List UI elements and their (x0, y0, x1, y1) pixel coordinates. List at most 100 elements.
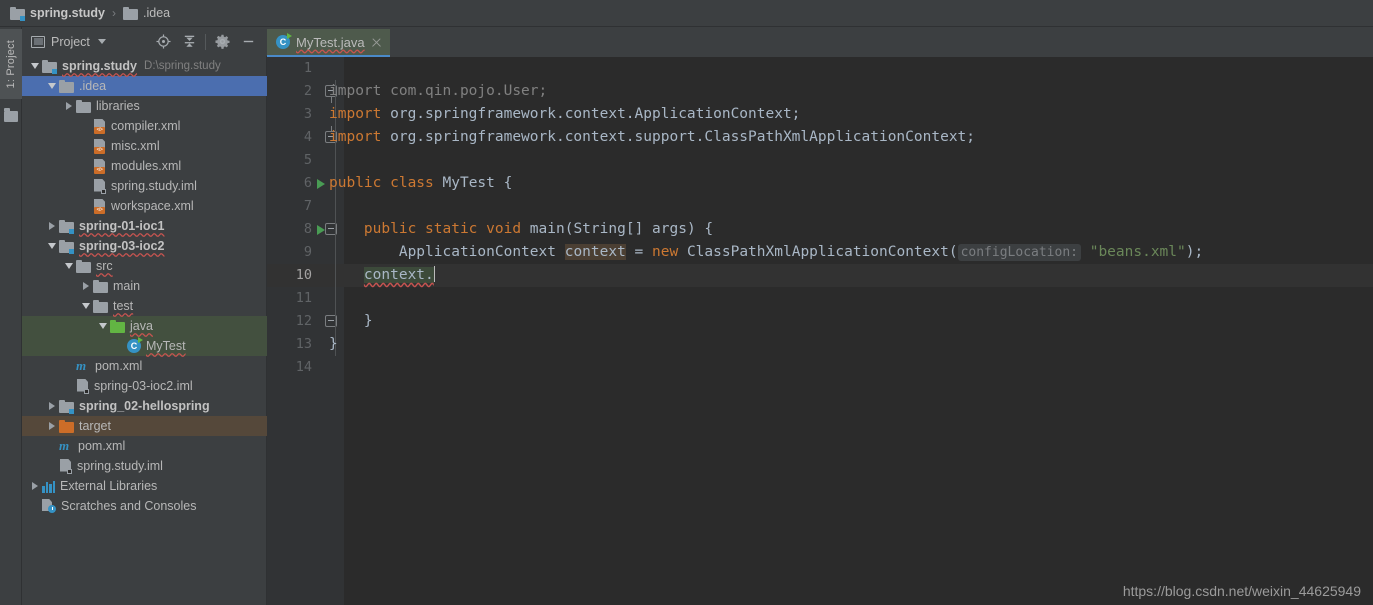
breadcrumb-item-project[interactable]: spring.study (10, 6, 105, 21)
tree-node-label: main (113, 279, 141, 293)
tree-node-spring-01-ioc1[interactable]: spring-01-ioc1 (22, 216, 267, 236)
locate-icon[interactable] (150, 29, 176, 55)
folder-icon (59, 79, 74, 93)
chevron-right-icon[interactable] (45, 222, 59, 230)
chevron-down-icon[interactable] (79, 303, 93, 309)
tab-mytest-java[interactable]: MyTest.java (267, 29, 390, 57)
folder-icon (76, 99, 91, 113)
xml-file-icon: </> (93, 138, 106, 154)
tree-node-label: spring_02-hellospring (79, 399, 210, 413)
code-editor[interactable]: 1 2 import com.qin.pojo.User; 3 import org.s… (267, 57, 1373, 605)
tree-node-main[interactable]: main (22, 276, 267, 296)
project-tree[interactable]: spring.study D:\spring.study .idea librarie… (22, 56, 267, 605)
code-text: import org.springframework.context.suppo… (329, 126, 975, 149)
tree-node-test[interactable]: test (22, 296, 267, 316)
line-number: 9 (303, 244, 312, 260)
breadcrumb-label-idea: .idea (143, 6, 171, 20)
project-view-icon (31, 35, 45, 48)
tree-node-spring-03-ioc2[interactable]: spring-03-ioc2 (22, 236, 267, 256)
project-view-selector[interactable]: Project (22, 35, 106, 49)
tree-node-spring-study[interactable]: spring.study D:\spring.study (22, 56, 267, 76)
tree-node-pom-xml[interactable]: m pom.xml (22, 356, 267, 376)
run-gutter-icon[interactable] (317, 225, 325, 235)
tree-node-src[interactable]: src (22, 256, 267, 276)
tree-node-target[interactable]: target (22, 416, 267, 436)
code-line[interactable]: 11 (267, 287, 1373, 310)
chevron-right-icon[interactable] (62, 102, 76, 110)
chevron-right-icon[interactable] (79, 282, 93, 290)
left-tool-strip: 1: Project (0, 27, 22, 605)
chevron-right-icon[interactable] (45, 402, 59, 410)
chevron-right-icon[interactable] (28, 482, 42, 490)
module-folder-icon (10, 6, 25, 21)
folder-icon[interactable] (4, 108, 18, 122)
tree-node-spring-03-ioc2-iml[interactable]: spring-03-ioc2.iml (22, 376, 267, 396)
tree-node-modules-xml[interactable]: </> modules.xml (22, 156, 267, 176)
tree-node-label: java (130, 319, 153, 333)
collapse-all-icon[interactable] (176, 29, 202, 55)
chevron-right-icon[interactable] (45, 422, 59, 430)
tree-node-libraries[interactable]: libraries (22, 96, 267, 116)
code-token: ); (1185, 244, 1204, 260)
code-line[interactable]: 13} (267, 333, 1373, 356)
code-token: import (329, 83, 391, 99)
folder-icon (93, 279, 108, 293)
code-token: import (329, 106, 391, 122)
code-text: ApplicationContext context = new ClassPa… (329, 241, 1203, 264)
line-number: 5 (303, 152, 312, 168)
chevron-down-icon[interactable] (45, 243, 59, 249)
code-line[interactable]: 5 (267, 149, 1373, 172)
tree-node-label: misc.xml (111, 139, 160, 153)
tree-node-label: compiler.xml (111, 119, 181, 133)
code-line[interactable]: 8 public static void main(String[] args)… (267, 218, 1373, 241)
project-tool-window: Project spring.study D:\spring.study .id… (22, 27, 267, 605)
code-line[interactable]: 14 (267, 356, 1373, 379)
tree-node-compiler-xml[interactable]: </> compiler.xml (22, 116, 267, 136)
tree-node-java[interactable]: java (22, 316, 267, 336)
minimize-icon[interactable] (235, 29, 261, 55)
code-line[interactable]: 2 import com.qin.pojo.User; (267, 80, 1373, 103)
gear-icon[interactable] (209, 29, 235, 55)
tree-node-scratches-and-consoles[interactable]: Scratches and Consoles (22, 496, 267, 516)
code-line[interactable]: 10 context. (267, 264, 1373, 287)
tree-node-spring-study-iml[interactable]: spring.study.iml (22, 456, 267, 476)
editor-area: MyTest.java 12import com.qin.pojo.User;3… (267, 27, 1373, 605)
tool-window-button-project[interactable]: 1: Project (0, 29, 22, 99)
tree-node-spring-02-hellospring[interactable]: spring_02-hellospring (22, 396, 267, 416)
code-line[interactable]: 3 import org.springframework.context.Appl… (267, 103, 1373, 126)
code-line[interactable]: 4 import org.springframework.context.supp… (267, 126, 1373, 149)
scratches-icon (42, 499, 56, 513)
code-line[interactable]: 1 (267, 57, 1373, 80)
code-line[interactable]: 6 public class MyTest { (267, 172, 1373, 195)
tree-node-workspace-xml[interactable]: </> workspace.xml (22, 196, 267, 216)
tree-node-label: test (113, 299, 134, 313)
line-number: 7 (303, 198, 312, 214)
tree-node-spring-study-iml[interactable]: spring.study.iml (22, 176, 267, 196)
line-number: 14 (295, 359, 312, 375)
chevron-down-icon[interactable] (96, 323, 110, 329)
run-gutter-icon[interactable] (317, 179, 325, 189)
code-text: import com.qin.pojo.User; (329, 80, 547, 103)
chevron-down-icon[interactable] (62, 263, 76, 269)
code-line[interactable]: 12 } (267, 310, 1373, 333)
tree-node-misc-xml[interactable]: </> misc.xml (22, 136, 267, 156)
code-token: new (652, 244, 687, 260)
module-folder-icon (42, 59, 57, 74)
tree-node-external-libraries[interactable]: External Libraries (22, 476, 267, 496)
code-text: context. (329, 264, 436, 287)
code-token: } (329, 313, 373, 329)
tree-node-pom-xml[interactable]: m pom.xml (22, 436, 267, 456)
breadcrumb-item-idea[interactable]: .idea (123, 6, 170, 20)
tree-node--idea[interactable]: .idea (22, 76, 267, 96)
code-text: public class MyTest { (329, 172, 512, 195)
tree-node-mytest[interactable]: MyTest (22, 336, 267, 356)
close-icon[interactable] (371, 37, 382, 48)
toolbar-divider (205, 33, 206, 50)
code-line[interactable]: 9 ApplicationContext context = new Class… (267, 241, 1373, 264)
chevron-down-icon[interactable] (28, 63, 42, 69)
code-lines[interactable]: 1 2 import com.qin.pojo.User; 3 import org.s… (267, 57, 1373, 605)
code-line[interactable]: 7 (267, 195, 1373, 218)
chevron-down-icon[interactable] (45, 83, 59, 89)
code-token: org.springframework.context.ApplicationC… (390, 106, 801, 122)
